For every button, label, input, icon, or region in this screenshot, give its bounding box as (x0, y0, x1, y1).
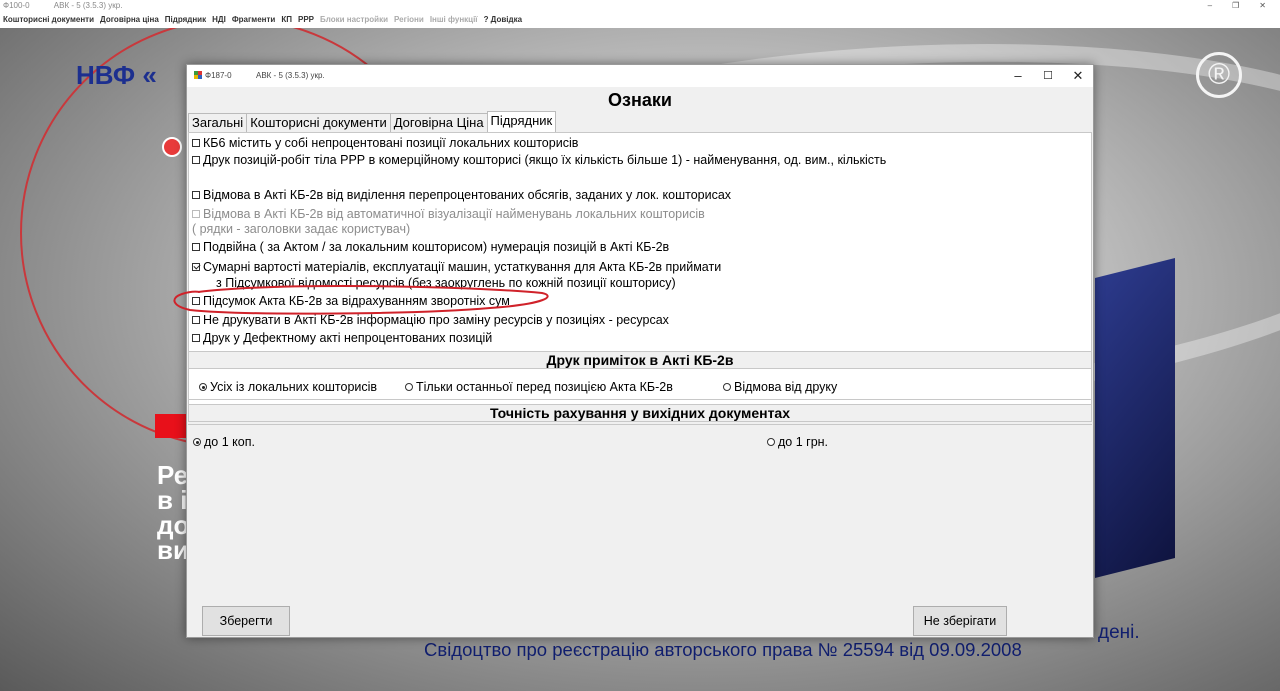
dialog-minimize-button[interactable]: – (1003, 65, 1033, 87)
menu-contract-price[interactable]: Договірна ціна (100, 11, 159, 28)
checkbox[interactable] (192, 334, 200, 342)
option-label: Не друкувати в Акті КБ-2в інформацію про… (203, 313, 669, 327)
background-footer-line2: Свідоцтво про реєстрацію авторського пра… (424, 639, 1022, 660)
radio[interactable] (405, 383, 413, 391)
option-label: Друк позицій-робіт тіла РРР в комерційно… (203, 153, 887, 167)
background-red-dot (162, 137, 182, 157)
background-footer-line1: дені. (1098, 622, 1140, 643)
option-defect-act-print[interactable]: Друк у Дефектному акті непроцентованих п… (192, 331, 492, 346)
main-window-controls: – ❐ ✕ (1208, 0, 1266, 11)
background-red-block (155, 414, 187, 438)
divider (188, 424, 1092, 425)
option-refuse-autovisualization[interactable]: Відмова в Акті КБ-2в від автоматичної ві… (192, 207, 705, 222)
tab-contract-price[interactable]: Договірна Ціна (389, 113, 488, 132)
option-print-rrr-positions[interactable]: Друк позицій-робіт тіла РРР в комерційно… (192, 153, 886, 168)
notes-option-last[interactable]: Тільки останньої перед позицією Акта КБ-… (405, 380, 673, 395)
checkbox[interactable] (192, 297, 200, 305)
radio-label: до 1 грн. (778, 435, 829, 449)
option-refuse-overpercent[interactable]: Відмова в Акті КБ-2в від виділення переп… (192, 188, 731, 203)
features-dialog: Ф187-0 АВК - 5 (3.5.3) укр. – ☐ ✕ Ознаки… (186, 64, 1094, 638)
menu-setup-blocks[interactable]: Блоки настройки (320, 11, 388, 28)
menu-contractor[interactable]: Підрядник (165, 11, 206, 28)
menu-help[interactable]: ? Довідка (484, 11, 522, 28)
main-title-code: Ф100-0 (3, 1, 30, 10)
checkbox[interactable] (192, 243, 200, 251)
option-label: Відмова в Акті КБ-2в від виділення переп… (203, 188, 732, 202)
main-restore-button[interactable]: ❐ (1232, 0, 1239, 11)
divider (188, 399, 1092, 400)
radio-label: Усіх із локальних кошторисів (210, 380, 378, 394)
radio-label: Тільки останньої перед позицією Акта КБ-… (416, 380, 673, 394)
save-button[interactable]: Зберегти (202, 606, 290, 636)
dialog-heading: Ознаки (608, 90, 672, 110)
checkbox-checked[interactable] (192, 263, 200, 271)
tab-contractor[interactable]: Підрядник (486, 111, 557, 132)
main-menu-bar: Кошторисні документи Договірна ціна Підр… (0, 11, 1280, 28)
background-book-shape (1095, 258, 1175, 578)
precision-section-title: Точність рахування у вихідних документах (188, 404, 1092, 422)
tab-estimate-docs[interactable]: Кошторисні документи (246, 113, 391, 132)
dialog-title-app: АВК - 5 (3.5.3) укр. (256, 71, 325, 80)
option-label: Подвійна ( за Актом / за локальним кошто… (203, 240, 670, 254)
notes-option-refuse[interactable]: Відмова від друку (723, 380, 837, 395)
precision-option-kop[interactable]: до 1 коп. (193, 435, 255, 450)
menu-other-functions[interactable]: Інші функції (430, 11, 478, 28)
option-no-print-replacement[interactable]: Не друкувати в Акті КБ-2в інформацію про… (192, 313, 669, 328)
checkbox[interactable] (192, 156, 200, 164)
menu-fragments[interactable]: Фрагменти (232, 11, 276, 28)
notes-option-all[interactable]: Усіх із локальних кошторисів (199, 380, 377, 395)
menu-kp[interactable]: КП (281, 11, 292, 28)
contractor-tab-panel: КБ6 містить у собі непроцентовані позиці… (188, 132, 1092, 411)
option-continuation: ( рядки - заголовки задає користувач) (192, 222, 411, 236)
option-continuation: з Підсумкової відомості ресурсів (без за… (216, 276, 676, 290)
radio-label: Відмова від друку (734, 380, 838, 394)
option-label: КБ6 містить у собі непроцентовані позиці… (203, 136, 579, 150)
checkbox[interactable] (192, 191, 200, 199)
option-summary-costs[interactable]: Сумарні вартості матеріалів, експлуатаці… (192, 260, 721, 275)
main-minimize-button[interactable]: – (1208, 0, 1212, 11)
dialog-close-button[interactable]: ✕ (1063, 65, 1093, 87)
option-label: Сумарні вартості матеріалів, експлуатаці… (203, 260, 722, 274)
dialog-maximize-button[interactable]: ☐ (1033, 65, 1063, 87)
main-title-app: АВК - 5 (3.5.3) укр. (53, 1, 123, 10)
main-titlebar: Ф100-0 АВК - 5 (3.5.3) укр. – ❐ ✕ (0, 0, 1280, 11)
notes-section-title: Друк приміток в Акті КБ-2в (188, 351, 1092, 369)
checkbox[interactable] (192, 139, 200, 147)
dialog-titlebar: Ф187-0 АВК - 5 (3.5.3) укр. – ☐ ✕ (187, 65, 1093, 87)
radio-selected[interactable] (199, 383, 207, 391)
menu-rrr[interactable]: РРР (298, 11, 314, 28)
option-total-minus-returns[interactable]: Підсумок Акта КБ-2в за відрахуванням зво… (192, 294, 510, 309)
dialog-title-code: Ф187-0 (205, 71, 232, 80)
precision-option-grn[interactable]: до 1 грн. (767, 435, 828, 450)
radio[interactable] (723, 383, 731, 391)
option-label: Підсумок Акта КБ-2в за відрахуванням зво… (203, 294, 510, 308)
app-icon (194, 71, 202, 79)
main-close-button[interactable]: ✕ (1259, 0, 1266, 11)
radio[interactable] (767, 438, 775, 446)
tab-bar: Загальні Кошторисні документи Договірна … (188, 111, 557, 132)
background-company-name: НВФ « (76, 60, 157, 90)
tab-general[interactable]: Загальні (188, 113, 248, 132)
option-label: Відмова в Акті КБ-2в від автоматичної ві… (203, 207, 705, 221)
background-word-4: ви (157, 535, 189, 565)
main-title: Ф100-0 АВК - 5 (3.5.3) укр. (3, 0, 122, 11)
option-double-numbering[interactable]: Подвійна ( за Актом / за локальним кошто… (192, 240, 669, 255)
checkbox[interactable] (192, 316, 200, 324)
dont-save-button[interactable]: Не зберігати (913, 606, 1007, 636)
checkbox[interactable] (192, 210, 200, 218)
radio-selected[interactable] (193, 438, 201, 446)
registered-mark-icon: ® (1196, 52, 1242, 98)
menu-estimate-docs[interactable]: Кошторисні документи (3, 11, 94, 28)
menu-ndi[interactable]: НДІ (212, 11, 226, 28)
option-label: Друк у Дефектному акті непроцентованих п… (203, 331, 493, 345)
radio-label: до 1 коп. (204, 435, 255, 449)
option-kb6-nonpercent[interactable]: КБ6 містить у собі непроцентовані позиці… (192, 136, 578, 151)
menu-regions[interactable]: Регіони (394, 11, 424, 28)
